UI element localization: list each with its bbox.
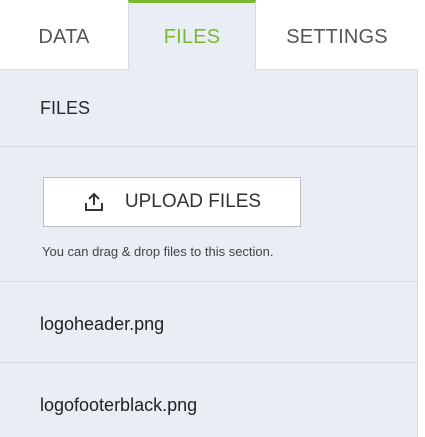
tab-files[interactable]: FILES <box>128 0 256 70</box>
upload-files-button[interactable]: UPLOAD FILES <box>43 177 301 227</box>
tab-bar: DATA FILES SETTINGS <box>0 0 418 70</box>
file-item[interactable]: logofooterblack.png <box>40 395 197 416</box>
divider <box>0 362 417 363</box>
section-title: FILES <box>40 98 91 118</box>
divider <box>0 146 417 147</box>
file-item[interactable]: logoheader.png <box>40 314 164 335</box>
drag-drop-hint: You can drag & drop files to this sectio… <box>42 244 274 259</box>
files-panel: DATA FILES SETTINGS FILES UPLOAD FILES Y… <box>0 0 418 437</box>
tab-data[interactable]: DATA <box>0 0 128 69</box>
upload-icon <box>83 191 105 213</box>
divider <box>0 281 417 282</box>
tab-settings[interactable]: SETTINGS <box>256 0 418 69</box>
upload-files-label: UPLOAD FILES <box>124 191 262 212</box>
